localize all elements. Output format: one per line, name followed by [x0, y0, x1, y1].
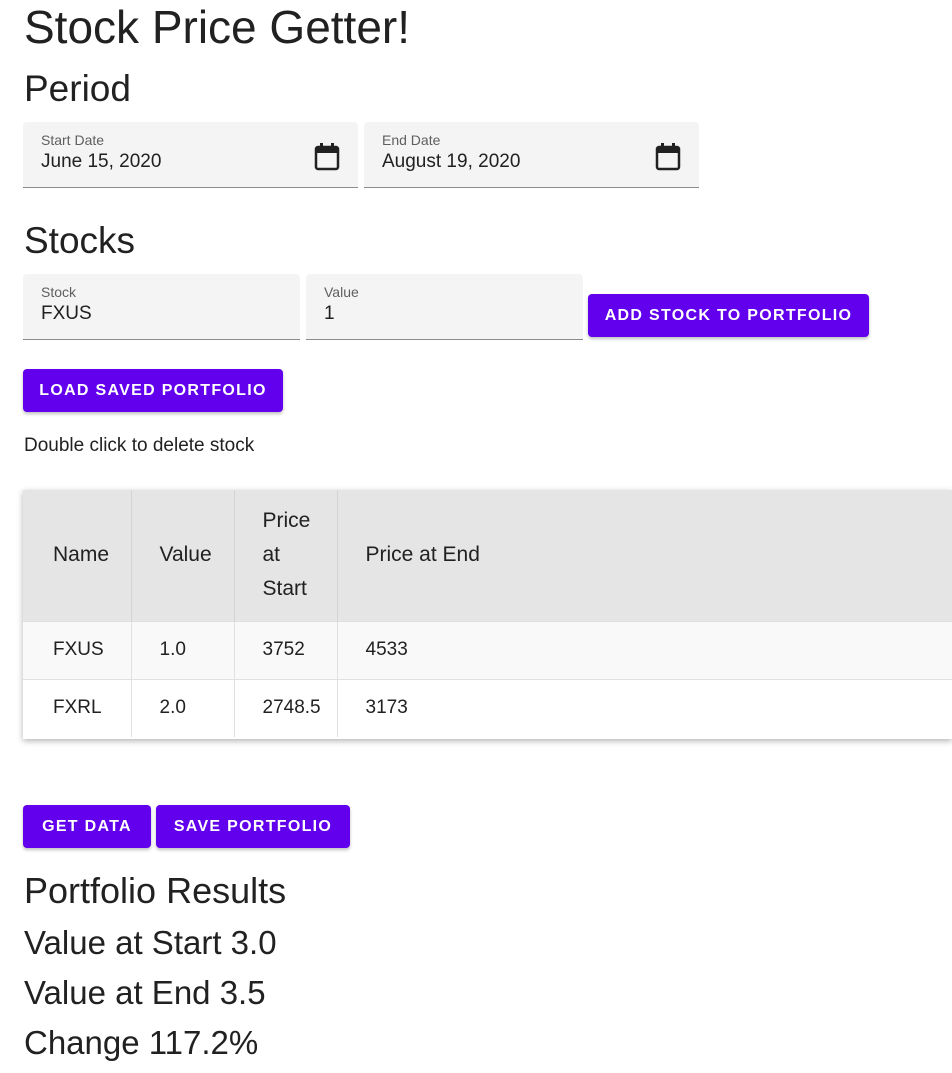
- end-date-value[interactable]: August 19, 2020: [382, 151, 520, 173]
- value-field[interactable]: Value 1: [306, 274, 583, 340]
- save-portfolio-button[interactable]: SAVE PORTFOLIO: [156, 805, 350, 848]
- cell-value: 2.0: [131, 679, 235, 737]
- start-date-label: Start Date: [41, 132, 105, 148]
- stock-label: Stock: [41, 284, 77, 300]
- column-header-name[interactable]: Name: [23, 490, 132, 621]
- table-row[interactable]: FXRL 2.0 2748.5 3173: [23, 679, 952, 737]
- stock-field[interactable]: Stock FXUS: [23, 274, 300, 340]
- stocks-heading: Stocks: [24, 220, 136, 261]
- delete-hint: Double click to delete stock: [24, 435, 255, 456]
- get-data-button[interactable]: GET DATA: [23, 805, 151, 848]
- cell-price-start: 2748.5: [234, 679, 338, 737]
- page-title: Stock Price Getter!: [24, 1, 411, 53]
- start-date-field[interactable]: Start Date June 15, 2020: [23, 122, 358, 188]
- cell-value: 1.0: [131, 621, 235, 679]
- value-label: Value: [324, 284, 359, 300]
- column-header-value[interactable]: Value: [131, 490, 235, 621]
- value-input[interactable]: 1: [324, 303, 335, 325]
- column-header-price-end[interactable]: Price at End: [337, 490, 952, 621]
- value-at-start: Value at Start 3.0: [24, 924, 277, 961]
- value-at-end: Value at End 3.5: [24, 974, 266, 1011]
- start-date-value[interactable]: June 15, 2020: [41, 151, 161, 173]
- table-row[interactable]: FXUS 1.0 3752 4533: [23, 621, 952, 679]
- portfolio-table: Name Value Price at Start Price at End F…: [23, 490, 952, 739]
- cell-price-end: 3173: [365, 697, 408, 719]
- calendar-icon[interactable]: [314, 143, 340, 171]
- calendar-icon[interactable]: [655, 143, 681, 171]
- column-header-price-start[interactable]: Price at Start: [234, 490, 338, 621]
- stock-input[interactable]: FXUS: [41, 303, 92, 325]
- change-percent: Change 117.2%: [24, 1024, 259, 1061]
- cell-price-start: 3752: [234, 621, 338, 679]
- table-header-row: Name Value Price at Start Price at End: [23, 490, 952, 621]
- cell-name: FXRL: [23, 679, 132, 737]
- end-date-field[interactable]: End Date August 19, 2020: [364, 122, 699, 188]
- end-date-label: End Date: [382, 132, 441, 148]
- results-heading: Portfolio Results: [24, 870, 287, 911]
- load-portfolio-button[interactable]: LOAD SAVED PORTFOLIO: [23, 369, 283, 412]
- cell-price-end: 4533: [365, 639, 408, 660]
- cell-name: FXUS: [23, 621, 132, 679]
- period-heading: Period: [24, 68, 131, 109]
- add-stock-button[interactable]: ADD STOCK TO PORTFOLIO: [588, 294, 869, 337]
